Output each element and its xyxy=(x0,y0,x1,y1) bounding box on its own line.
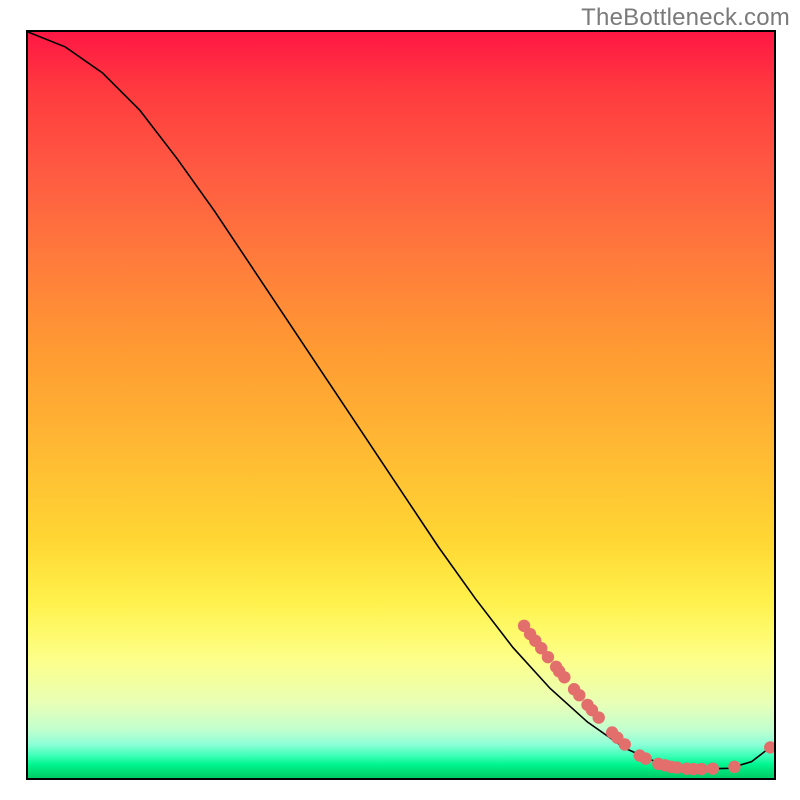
data-marker xyxy=(592,711,604,723)
data-marker xyxy=(707,762,719,774)
chart-plot-area xyxy=(26,30,776,780)
bottleneck-curve-line xyxy=(28,32,774,769)
chart-curve-layer xyxy=(28,32,774,778)
data-marker xyxy=(619,738,631,750)
data-marker xyxy=(695,763,707,775)
data-marker xyxy=(542,651,554,663)
data-marker-group xyxy=(518,620,774,776)
data-marker xyxy=(728,761,740,773)
data-marker xyxy=(573,689,585,701)
watermark-text: TheBottleneck.com xyxy=(581,4,790,32)
chart-stage: TheBottleneck.com xyxy=(0,0,800,800)
data-marker xyxy=(639,752,651,764)
data-marker xyxy=(558,671,570,683)
